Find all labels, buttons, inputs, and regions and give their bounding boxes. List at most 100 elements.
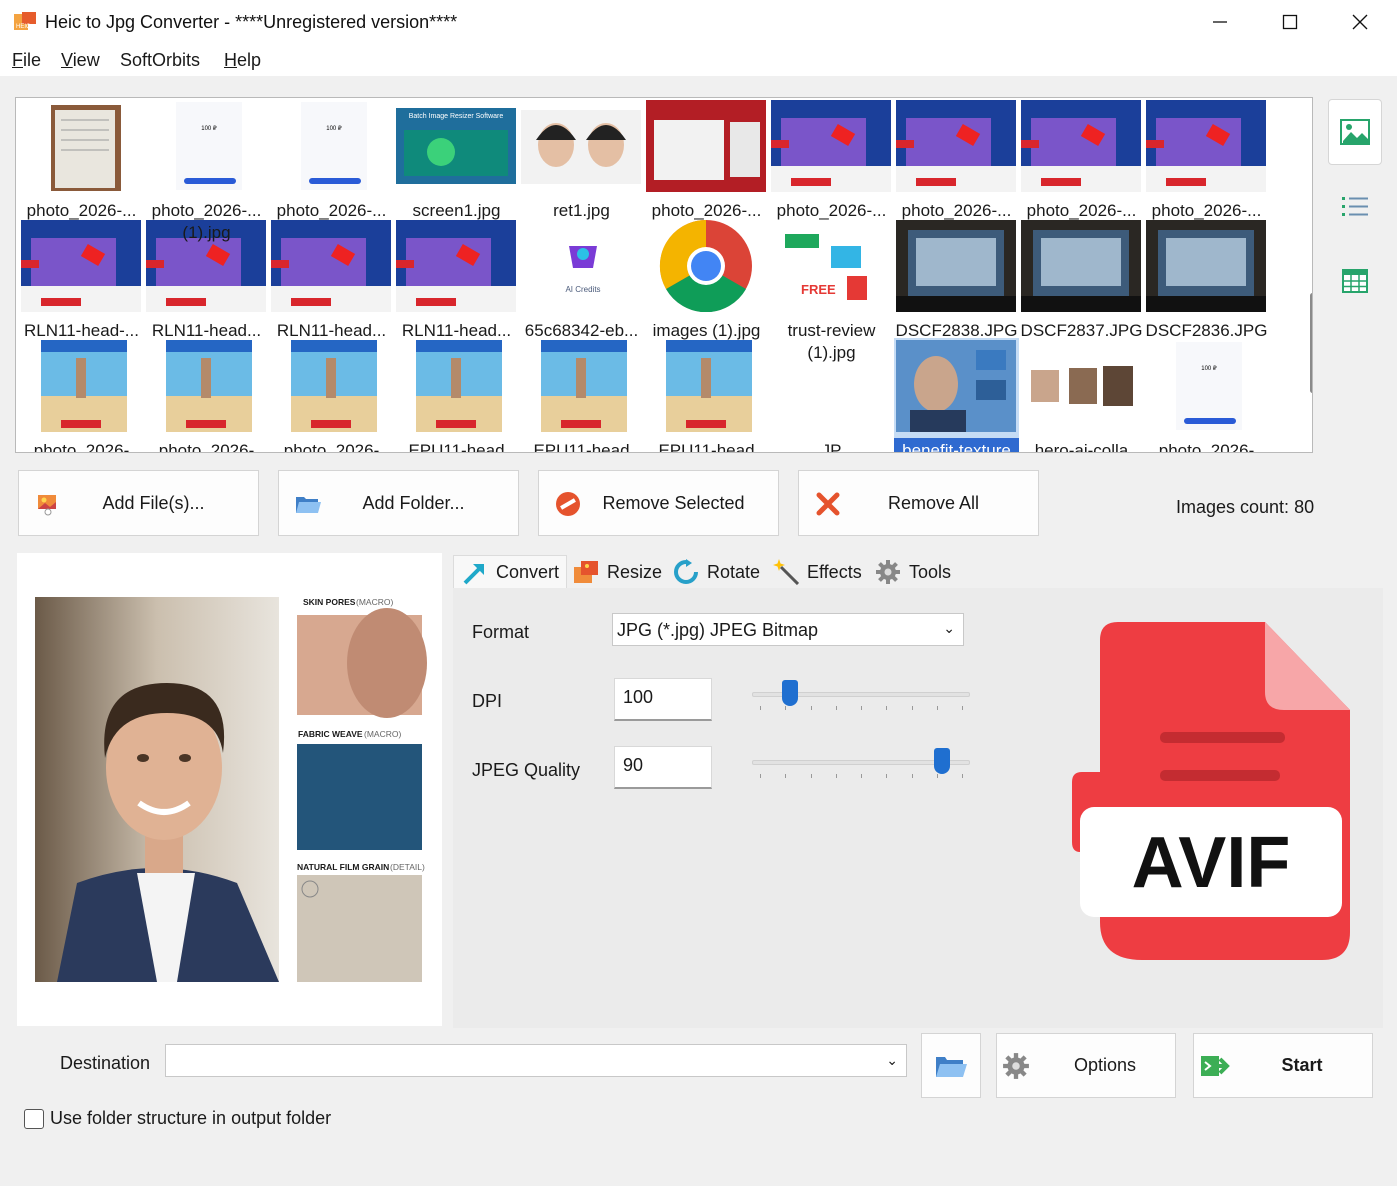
browse-folder-button[interactable]: [921, 1033, 981, 1098]
thumbnail-item[interactable]: RLN11-head...: [269, 218, 394, 340]
thumbnail-label-line2: (1).jpg: [182, 223, 231, 242]
thumbnail-item[interactable]: 100 ₽ photo_2026-: [1144, 338, 1269, 452]
start-button[interactable]: Start: [1193, 1033, 1373, 1098]
thumbnail-image: [1021, 100, 1141, 192]
tab-rotate[interactable]: Rotate: [673, 555, 760, 589]
minimize-button[interactable]: [1185, 0, 1255, 44]
slider-tick: [785, 706, 787, 710]
slider-tick: [962, 774, 963, 778]
add-files-button[interactable]: Add File(s)...: [18, 470, 259, 536]
thumbnail-label: RLN11-head...: [151, 321, 262, 340]
slider-tick: [936, 774, 938, 778]
thumbnail-item[interactable]: photo_2026-...: [19, 98, 144, 220]
slider-tick: [861, 774, 862, 778]
tab-effects[interactable]: Effects: [773, 555, 862, 589]
thumbnail-item[interactable]: photo_2026-...: [644, 98, 769, 220]
thumbnail-image: [521, 110, 641, 184]
view-table-button[interactable]: [1328, 248, 1382, 314]
thumbnail-item[interactable]: Batch Image Resizer Software screen1.jpg: [394, 98, 519, 220]
thumbnail-item[interactable]: photo_2026-...: [1019, 98, 1144, 220]
thumbnail-item[interactable]: EPU11-head: [644, 338, 769, 453]
thumbnail-item[interactable]: photo_2026-: [19, 338, 144, 452]
vertical-scrollbar[interactable]: [1310, 293, 1312, 393]
thumbnail-item[interactable]: images (1).jpg: [644, 218, 769, 340]
thumbnail-item[interactable]: RLN11-head-...: [19, 218, 144, 340]
svg-text:100 ₽: 100 ₽: [326, 125, 342, 132]
dpi-slider-thumb[interactable]: [782, 680, 799, 706]
thumbnail-item[interactable]: RLN11-head...: [394, 218, 519, 340]
jpeg-quality-slider[interactable]: [752, 748, 972, 778]
destination-input[interactable]: ⌄: [165, 1044, 907, 1077]
thumbnail-item[interactable]: 100 ₽ photo_2026-... (1).jpg: [144, 98, 269, 242]
menu-view[interactable]: View: [61, 50, 100, 71]
close-button[interactable]: [1325, 0, 1395, 44]
thumbnail-image: [291, 340, 377, 432]
slider-tick: [835, 774, 837, 778]
thumbnail-label: screen1.jpg: [412, 201, 501, 220]
thumbnail-item[interactable]: photo_2026-...: [769, 98, 894, 220]
thumbnail-item[interactable]: EPU11-head: [394, 338, 519, 453]
thumbnail-label: photo_2026-...: [26, 201, 137, 220]
remove-all-button[interactable]: Remove All: [798, 470, 1039, 536]
tab-tools[interactable]: Tools: [875, 555, 951, 589]
thumbnail-image: [896, 100, 1016, 192]
add-file-icon: [38, 495, 56, 516]
thumbnail-grid[interactable]: 100 ₽ photo_2026- hero-ai-colla benefit-tex…: [15, 97, 1313, 453]
dpi-slider[interactable]: [752, 680, 972, 710]
view-thumbnails-button[interactable]: [1328, 99, 1382, 165]
gear-icon: [1003, 1053, 1029, 1079]
start-arrow-icon: [1201, 1056, 1230, 1076]
thumbnail-item[interactable]: DSCF2837.JPG: [1019, 218, 1144, 340]
slider-tick: [835, 706, 837, 710]
thumbnail-item[interactable]: ret1.jpg: [519, 98, 644, 220]
options-button[interactable]: Options: [996, 1033, 1176, 1098]
thumbnail-image: [41, 340, 127, 432]
thumbnail-item[interactable]: DSCF2838.JPG: [894, 218, 1019, 340]
thumbnail-label: EPU11-head: [658, 441, 755, 453]
thumbnail-label: photo_2026-...: [1026, 201, 1137, 220]
jpeg-quality-input[interactable]: 90: [614, 746, 712, 789]
open-folder-icon: [936, 1056, 967, 1077]
thumbnail-item[interactable]: hero-ai-colla: [1019, 338, 1144, 452]
add-folder-button[interactable]: Add Folder...: [278, 470, 519, 536]
thumbnail-item[interactable]: AI Credits 65c68342-eb...: [519, 218, 644, 340]
thumbnail-label: photo_2026-...: [276, 201, 387, 220]
thumbnail-label: EPU11-head: [408, 441, 505, 453]
thumbnail-label: trust-review: [787, 321, 876, 340]
thumbnail-label: photo_2026-...: [651, 201, 762, 220]
folder-structure-option[interactable]: Use folder structure in output folder: [24, 1108, 331, 1129]
quality-slider-thumb[interactable]: [933, 748, 950, 774]
thumbnail-item[interactable]: photo_2026-: [144, 338, 269, 452]
thumbnail-image: [51, 105, 121, 191]
thumbnail-item[interactable]: 100 ₽ photo_2026-...: [269, 98, 394, 220]
maximize-icon: [1282, 14, 1298, 30]
format-select[interactable]: JPG (*.jpg) JPEG Bitmap ⌄: [612, 613, 964, 646]
dpi-input[interactable]: 100: [614, 678, 712, 721]
remove-selected-button[interactable]: Remove Selected: [538, 470, 779, 536]
thumbnail-item[interactable]: benefit-texture: [894, 338, 1019, 452]
thumbnail-item[interactable]: DSCF2836.JPG: [1144, 218, 1269, 340]
thumbnail-label: photo_2026-...: [776, 201, 887, 220]
tab-convert[interactable]: Convert: [453, 555, 567, 589]
thumbnail-item[interactable]: photo_2026-: [269, 338, 394, 452]
menu-softorbits-label: SoftOrbits: [120, 50, 201, 70]
folder-structure-checkbox[interactable]: [24, 1108, 44, 1129]
maximize-button[interactable]: [1255, 0, 1325, 44]
dpi-label: DPI: [472, 691, 503, 711]
thumbnail-item[interactable]: photo_2026-...: [1144, 98, 1269, 220]
menu-softorbits[interactable]: SoftOrbits: [120, 50, 200, 71]
tab-resize[interactable]: Resize: [573, 555, 662, 589]
thumbnail-item[interactable]: photo_2026-...: [894, 98, 1019, 220]
close-icon: [1352, 14, 1368, 30]
folder-structure-label: Use folder structure in output folder: [50, 1108, 332, 1128]
menu-help[interactable]: Help: [224, 50, 261, 71]
thumbnail-item[interactable]: FREE trust-review (1).jpg: [769, 218, 894, 362]
tab-resize-label: Resize: [607, 561, 663, 582]
slider-tick: [810, 774, 812, 778]
slider-tick: [785, 774, 787, 778]
thumbnail-item[interactable]: EPU11-head: [519, 338, 644, 452]
menu-file[interactable]: File: [12, 50, 41, 71]
view-list-button[interactable]: [1328, 174, 1382, 240]
settings-tabs: Convert Resize Rotate Effects Tools: [453, 553, 953, 589]
thumbnail-image: [541, 340, 627, 432]
